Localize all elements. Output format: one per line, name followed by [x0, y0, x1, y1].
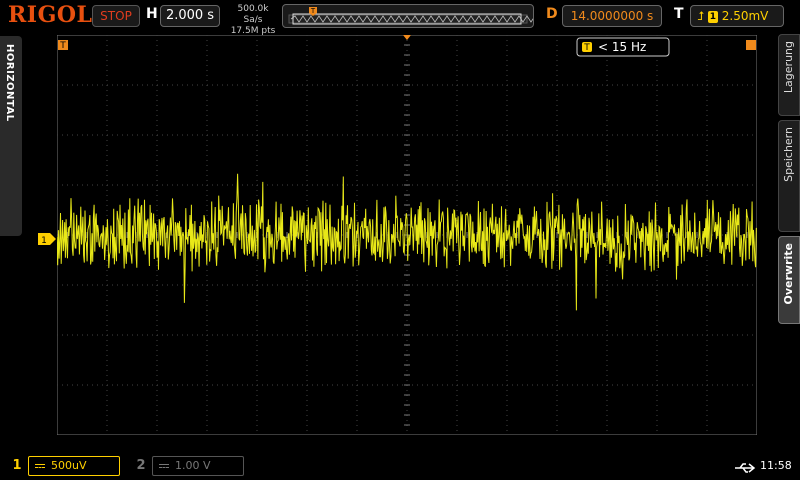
- channel-status-bar: 1 500uV 2 1.00 V 11:58: [0, 452, 800, 480]
- delay-value[interactable]: 14.0000000 s: [562, 5, 662, 27]
- frequency-counter: T < 15 Hz: [576, 37, 670, 57]
- freq-counter-badge: T: [583, 43, 590, 53]
- horizontal-tab-label: HORIZONTAL: [4, 44, 15, 122]
- ch2-scale-value: 1.00 V: [175, 459, 211, 472]
- freq-counter-value: < 15 Hz: [598, 40, 646, 54]
- sample-rate: 500.0k Sa/s: [237, 4, 269, 25]
- usb-icon: [734, 460, 756, 479]
- rising-edge-icon: ⮥: [697, 9, 705, 23]
- ch2-label[interactable]: 2: [130, 456, 152, 476]
- trigger-settings[interactable]: ⮥ 1 2.50mV: [690, 5, 784, 27]
- menu-item-speichern[interactable]: Speichern: [778, 120, 800, 232]
- waveform-display[interactable]: T T < 15 Hz: [57, 35, 757, 435]
- timebase-value[interactable]: 2.000 s: [160, 5, 220, 27]
- top-status-bar: RIGOL STOP H 2.000 s 500.0k Sa/s 17.5M p…: [0, 0, 800, 36]
- run-stop-status[interactable]: STOP: [92, 5, 140, 27]
- delay-label: D: [546, 6, 558, 22]
- ch2-scale[interactable]: 1.00 V: [152, 456, 244, 476]
- menu-item-label: Lagerung: [782, 41, 795, 94]
- ch1-label[interactable]: 1: [6, 456, 28, 476]
- dc-coupling-icon: [35, 464, 45, 468]
- left-edge-trigger-marker: T: [58, 40, 68, 51]
- memory-overview-graphic: T: [288, 7, 556, 25]
- ch1-scale-value: 500uV: [51, 459, 87, 472]
- horizontal-side-tab[interactable]: HORIZONTAL: [0, 36, 22, 236]
- menu-item-lagerung[interactable]: Lagerung: [778, 34, 800, 116]
- trigger-source-badge: 1: [707, 10, 718, 23]
- trigger-label: T: [674, 6, 684, 22]
- dc-coupling-icon: [159, 464, 169, 468]
- memory-window-overview[interactable]: T: [282, 4, 556, 28]
- ch1-scale[interactable]: 500uV: [28, 456, 120, 476]
- acquisition-info: 500.0k Sa/s 17.5M pts: [228, 4, 278, 37]
- svg-text:T: T: [310, 7, 316, 15]
- svg-text:1: 1: [41, 236, 47, 245]
- ch1-offset-marker[interactable]: 1: [38, 230, 58, 249]
- horizontal-label: H: [146, 6, 158, 22]
- menu-item-overwrite[interactable]: Overwrite: [778, 236, 800, 324]
- menu-item-label: Speichern: [782, 127, 795, 182]
- menu-item-label: Overwrite: [782, 243, 795, 305]
- svg-text:T: T: [59, 41, 66, 51]
- rigol-logo: RIGOL: [8, 2, 93, 28]
- trigger-level: 2.50mV: [721, 9, 769, 23]
- right-softkey-menu: Lagerung Speichern Overwrite: [776, 34, 800, 448]
- right-edge-trigger-marker: [746, 40, 756, 50]
- system-clock: 11:58: [760, 459, 792, 472]
